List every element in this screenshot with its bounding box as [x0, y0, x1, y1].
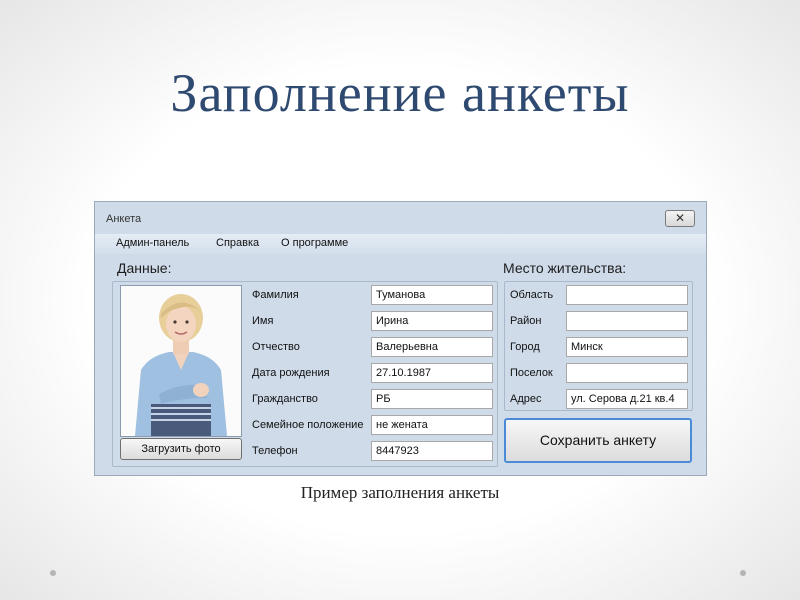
menu-bar: Админ-панель Справка О программе — [95, 234, 706, 254]
marital-status-field[interactable]: не жената — [371, 415, 493, 435]
district-field[interactable] — [566, 311, 688, 331]
label-region: Область — [510, 289, 554, 301]
window-titlebar[interactable]: Анкета ✕ — [95, 202, 706, 234]
application-window: Анкета ✕ Админ-панель Справка О программ… — [94, 201, 707, 476]
slide-title: Заполнение анкеты — [170, 63, 630, 123]
label-city: Город — [510, 341, 540, 353]
decorative-dot-left — [50, 570, 56, 576]
close-icon: ✕ — [674, 211, 686, 225]
woman-portrait-image — [121, 286, 241, 436]
birth-date-field[interactable]: 27.10.1987 — [371, 363, 493, 383]
label-phone: Телефон — [252, 445, 298, 457]
patronymic-field[interactable]: Валерьевна — [371, 337, 493, 357]
first-name-field[interactable]: Ирина — [371, 311, 493, 331]
menu-item-help[interactable]: Справка — [216, 237, 259, 249]
label-first-name: Имя — [252, 315, 274, 327]
close-button[interactable]: ✕ — [665, 210, 695, 227]
upload-photo-button[interactable]: Загрузить фото — [120, 438, 242, 460]
residence-group-label: Место жительства: — [503, 260, 627, 276]
slide-caption: Пример заполнения анкеты — [300, 483, 500, 502]
label-birth-date: Дата рождения — [252, 367, 330, 379]
settlement-field[interactable] — [566, 363, 688, 383]
label-address: Адрес — [510, 393, 542, 405]
menu-item-about[interactable]: О программе — [281, 237, 348, 249]
label-settlement: Поселок — [510, 367, 553, 379]
last-name-field[interactable]: Туманова — [371, 285, 493, 305]
profile-photo — [120, 285, 242, 437]
city-field[interactable]: Минск — [566, 337, 688, 357]
citizenship-field[interactable]: РБ — [371, 389, 493, 409]
personal-group-label: Данные: — [117, 260, 172, 276]
address-field[interactable]: ул. Серова д.21 кв.4 — [566, 389, 688, 409]
menu-item-admin-panel[interactable]: Админ-панель — [116, 237, 189, 249]
region-field[interactable] — [566, 285, 688, 305]
save-form-button[interactable]: Сохранить анкету — [504, 418, 692, 463]
window-client-area: Данные: Загрузить фото Фамилия Туманова … — [95, 254, 706, 475]
label-last-name: Фамилия — [252, 289, 299, 301]
label-district: Район — [510, 315, 542, 327]
phone-field[interactable]: 8447923 — [371, 441, 493, 461]
label-patronymic: Отчество — [252, 341, 300, 353]
window-title: Анкета — [106, 213, 142, 225]
label-citizenship: Гражданство — [252, 393, 318, 405]
label-marital-status: Семейное положение — [252, 419, 364, 431]
decorative-dot-right — [740, 570, 746, 576]
